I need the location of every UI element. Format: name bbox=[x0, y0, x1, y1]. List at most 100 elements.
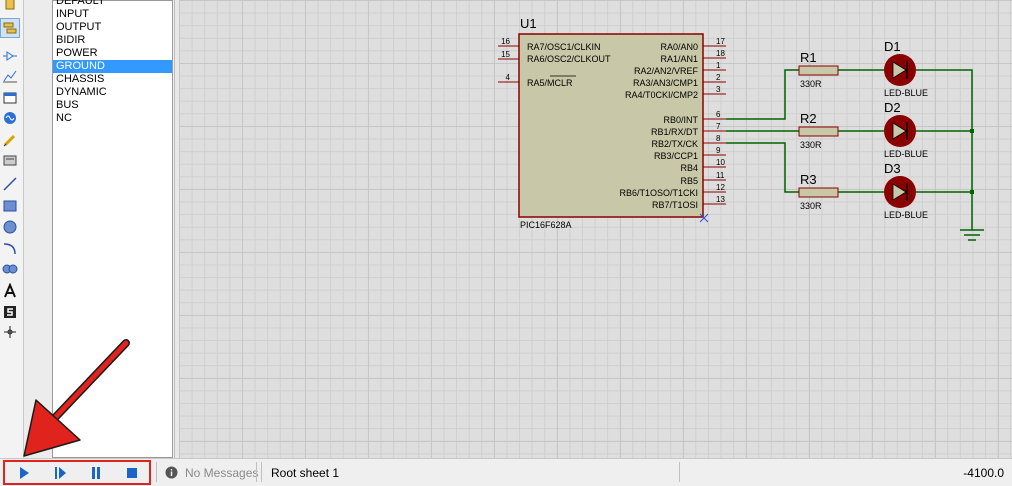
u1-pin-num: 15 bbox=[501, 50, 510, 59]
component-mode-icon[interactable] bbox=[0, 0, 20, 14]
r2-body[interactable] bbox=[798, 126, 839, 137]
wires bbox=[726, 69, 973, 230]
u1-pin-label: RB5 bbox=[680, 176, 698, 186]
d1-component[interactable]: D1 LED-BLUE bbox=[884, 39, 928, 98]
u1-pin-num: 10 bbox=[716, 158, 725, 167]
u1-pin-num: 4 bbox=[506, 73, 511, 82]
marker-tool-icon[interactable] bbox=[0, 322, 20, 342]
circle-tool-icon[interactable] bbox=[0, 217, 20, 237]
symbol-tool-icon[interactable] bbox=[0, 302, 20, 322]
info-icon bbox=[165, 466, 178, 479]
terminal-list[interactable]: DEFAULT INPUT OUTPUT BIDIR POWER GROUND … bbox=[52, 0, 173, 458]
u1-pin-label: RA1/AN1 bbox=[660, 54, 698, 64]
highlight-box bbox=[3, 460, 151, 485]
u1-pin-label: RB0/INT bbox=[663, 115, 698, 125]
u1-pin-label: RB7/T1OSI bbox=[652, 200, 698, 210]
u1-pin-label: RA4/T0CKI/CMP2 bbox=[625, 90, 698, 100]
status-bar: No Messages Root sheet 1 -4100.0 bbox=[0, 458, 1012, 486]
u1-pin-num: 3 bbox=[716, 85, 721, 94]
list-item[interactable]: DEFAULT bbox=[53, 0, 172, 8]
r3-body[interactable] bbox=[798, 187, 839, 198]
separator bbox=[679, 462, 680, 482]
graph-mode-icon[interactable] bbox=[0, 66, 20, 86]
r2-component[interactable]: R2 330R bbox=[798, 111, 839, 150]
list-item[interactable]: INPUT bbox=[53, 8, 172, 21]
d3-ref: D3 bbox=[884, 161, 901, 176]
instruments-icon[interactable] bbox=[0, 150, 20, 170]
separator bbox=[156, 462, 157, 482]
tool-strip bbox=[0, 0, 24, 458]
d3-value: LED-BLUE bbox=[884, 210, 928, 220]
list-item-selected[interactable]: GROUND bbox=[53, 60, 172, 73]
terminals-mode-icon[interactable] bbox=[0, 18, 20, 38]
text-tool-icon[interactable] bbox=[0, 281, 20, 301]
path-tool-icon[interactable] bbox=[0, 259, 20, 279]
list-item[interactable]: NC bbox=[53, 112, 172, 125]
list-item[interactable]: CHASSIS bbox=[53, 73, 172, 86]
u1-pin-num: 1 bbox=[716, 61, 721, 70]
u1-pin-num: 13 bbox=[716, 195, 725, 204]
port-icon[interactable] bbox=[0, 46, 20, 66]
u1-component[interactable]: U1 PIC16F628A 16 15 4 RA7/OSC1/CLKIN RA6… bbox=[498, 16, 726, 230]
wire-rb2-r3[interactable] bbox=[726, 142, 799, 193]
messages-status[interactable]: No Messages bbox=[185, 466, 258, 480]
u1-pin-num: 9 bbox=[716, 146, 721, 155]
r3-component[interactable]: R3 330R bbox=[798, 172, 839, 211]
u1-part: PIC16F628A bbox=[520, 220, 572, 230]
wire-rb0-r1[interactable] bbox=[726, 69, 799, 120]
u1-pin-num: 7 bbox=[716, 122, 721, 131]
ground-symbol[interactable] bbox=[960, 229, 984, 241]
junction-dot bbox=[970, 129, 974, 133]
r3-value: 330R bbox=[800, 201, 822, 211]
list-item[interactable]: POWER bbox=[53, 47, 172, 60]
u1-pin-label: RA6/OSC2/CLKOUT bbox=[527, 54, 611, 64]
u1-pin-label: RA0/AN0 bbox=[660, 42, 698, 52]
d3-component[interactable]: D3 LED-BLUE bbox=[884, 161, 928, 220]
list-item[interactable]: DYNAMIC bbox=[53, 86, 172, 99]
junction-dot bbox=[970, 190, 974, 194]
u1-pin-label: RA5/MCLR bbox=[527, 78, 573, 88]
coordinate-readout: -4100.0 bbox=[963, 466, 1004, 480]
u1-pin-num: 2 bbox=[716, 73, 721, 82]
u1-pin-num: 18 bbox=[716, 49, 725, 58]
u1-pin-num: 12 bbox=[716, 183, 725, 192]
d1-ref: D1 bbox=[884, 39, 901, 54]
separator bbox=[256, 462, 257, 482]
sheet-status[interactable]: Root sheet 1 bbox=[271, 466, 339, 480]
u1-pin-label: RA2/AN2/VREF bbox=[634, 66, 699, 76]
box-tool-icon[interactable] bbox=[0, 196, 20, 216]
u1-pin-label: RA7/OSC1/CLKIN bbox=[527, 42, 601, 52]
u1-origin-marker bbox=[699, 213, 709, 223]
r1-component[interactable]: R1 330R bbox=[798, 50, 839, 89]
r1-ref: R1 bbox=[800, 50, 817, 65]
u1-ref: U1 bbox=[520, 16, 537, 31]
probe-icon[interactable] bbox=[0, 130, 20, 150]
d2-value: LED-BLUE bbox=[884, 149, 928, 159]
u1-pin-label: RB2/TX/CK bbox=[651, 139, 698, 149]
schematic-canvas[interactable]: U1 PIC16F628A 16 15 4 RA7/OSC1/CLKIN RA6… bbox=[179, 0, 1012, 458]
r2-value: 330R bbox=[800, 140, 822, 150]
r1-value: 330R bbox=[800, 79, 822, 89]
list-item[interactable]: OUTPUT bbox=[53, 21, 172, 34]
arc-tool-icon[interactable] bbox=[0, 238, 20, 258]
d2-component[interactable]: D2 LED-BLUE bbox=[884, 100, 928, 159]
u1-pin-label: RB3/CCP1 bbox=[654, 151, 698, 161]
d2-ref: D2 bbox=[884, 100, 901, 115]
u1-pin-num: 6 bbox=[716, 110, 721, 119]
line-tool-icon[interactable] bbox=[0, 174, 20, 194]
separator bbox=[261, 462, 262, 482]
u1-pin-label: RB6/T1OSO/T1CKI bbox=[619, 188, 698, 198]
u1-pin-num: 11 bbox=[716, 171, 725, 180]
r3-ref: R3 bbox=[800, 172, 817, 187]
list-item[interactable]: BIDIR bbox=[53, 34, 172, 47]
u1-pin-label: RB4 bbox=[680, 163, 698, 173]
tape-recorder-icon[interactable] bbox=[0, 88, 20, 108]
u1-pin-num: 16 bbox=[501, 37, 510, 46]
u1-pin-label: RA3/AN3/CMP1 bbox=[633, 78, 698, 88]
list-item[interactable]: BUS bbox=[53, 99, 172, 112]
u1-pin-label: RB1/RX/DT bbox=[651, 127, 699, 137]
d1-value: LED-BLUE bbox=[884, 88, 928, 98]
u1-pin-num: 17 bbox=[716, 37, 725, 46]
r1-body[interactable] bbox=[798, 65, 839, 76]
generator-icon[interactable] bbox=[0, 108, 20, 128]
